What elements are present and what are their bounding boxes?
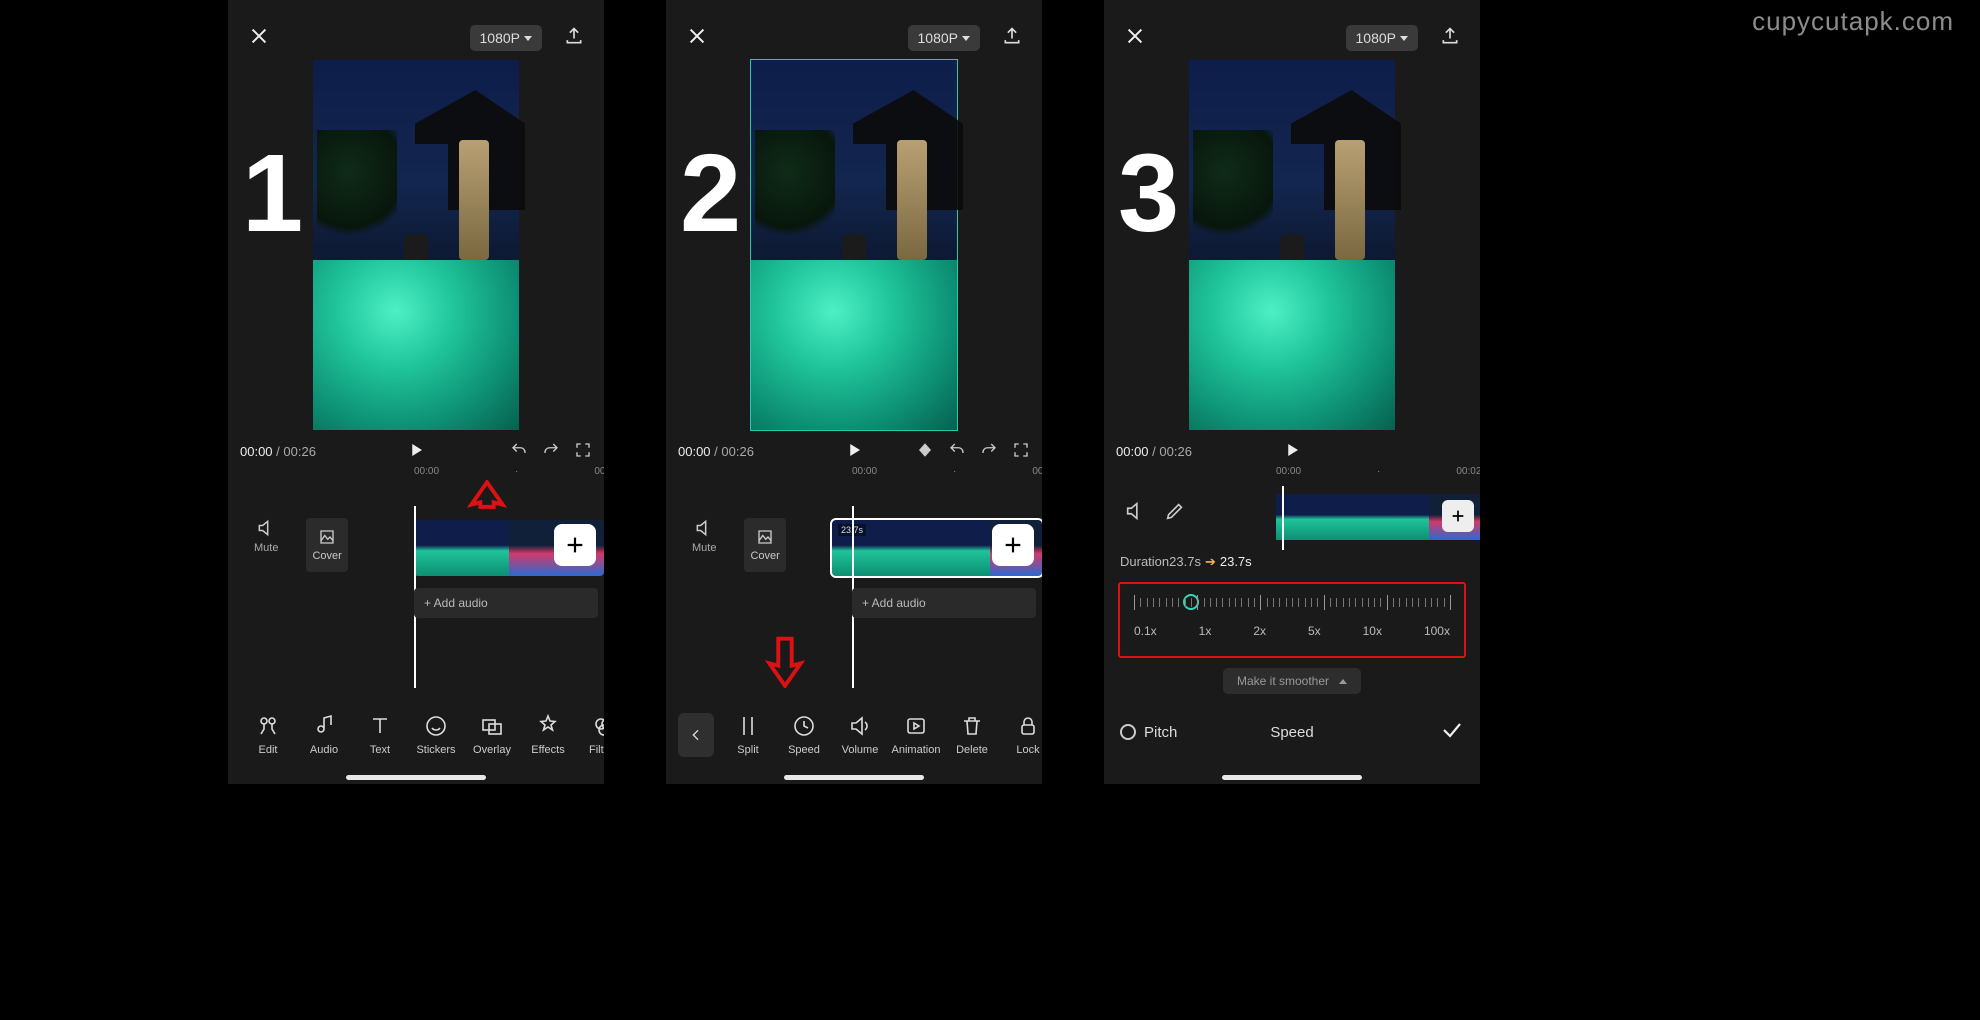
playhead[interactable] [1282, 486, 1284, 550]
play-button[interactable] [845, 441, 863, 462]
confirm-button[interactable] [1440, 718, 1464, 746]
tool-audio[interactable]: Audio [296, 714, 352, 756]
panel-2: 2 1080P 00:00 / 00:26 00:00·00:02· Mute … [666, 0, 1042, 784]
chevron-down-icon [524, 36, 532, 41]
tool-edit[interactable]: Edit [240, 714, 296, 756]
add-audio-button[interactable]: + Add audio [852, 588, 1036, 618]
resolution-label: 1080P [480, 30, 520, 46]
cover-button[interactable]: Cover [306, 518, 347, 572]
video-preview-selected[interactable] [751, 60, 957, 430]
radio-icon [1120, 724, 1136, 740]
keyframe-button[interactable] [916, 441, 934, 462]
panel-title: Speed [1270, 724, 1313, 741]
video-preview[interactable] [313, 60, 519, 430]
watermark-text: cupycutapk.com [1752, 6, 1954, 37]
main-toolbar: Edit Audio Text Stickers Overlay Effects… [228, 700, 604, 770]
duration-readout: Duration23.7s➔23.7s [1120, 554, 1252, 570]
home-indicator [346, 775, 486, 780]
annotation-arrow [762, 632, 808, 688]
edit-cover-icon[interactable] [1164, 500, 1186, 527]
play-button[interactable] [407, 441, 425, 462]
home-indicator [1222, 775, 1362, 780]
tool-text[interactable]: Text [352, 714, 408, 756]
resolution-dropdown[interactable]: 1080P [470, 25, 542, 51]
panel-1: 1 1080P 00:00 / 00:26 00:00·00:02· Mute … [228, 0, 604, 784]
time-current: 00:00 [240, 444, 273, 459]
time-total: 00:26 [283, 444, 316, 459]
redo-button[interactable] [980, 441, 998, 462]
add-media-button[interactable] [1442, 500, 1474, 532]
close-button[interactable] [686, 25, 708, 52]
time-current: 00:00 [1116, 444, 1149, 459]
tool-stickers[interactable]: Stickers [408, 714, 464, 756]
mute-button[interactable]: Mute [254, 518, 278, 572]
timeline-ruler: 00:00·00:02· [228, 466, 604, 484]
undo-button[interactable] [510, 441, 528, 462]
speed-marks: 0.1x1x2x5x10x100x [1134, 624, 1450, 638]
chevron-up-icon [1339, 679, 1347, 684]
cover-label: Cover [312, 550, 341, 562]
export-button[interactable] [1440, 26, 1460, 51]
play-button[interactable] [1283, 441, 1301, 462]
step-number-1: 1 [242, 130, 303, 257]
export-button[interactable] [1002, 26, 1022, 51]
tool-overlay[interactable]: Overlay [464, 714, 520, 756]
time-total: 00:26 [721, 444, 754, 459]
time-sep: / [273, 444, 284, 459]
fullscreen-button[interactable] [1012, 441, 1030, 462]
tool-speed[interactable]: Speed [776, 714, 832, 756]
chevron-down-icon [1400, 36, 1408, 41]
resolution-dropdown[interactable]: 1080P [908, 25, 980, 51]
panel-3: 3 1080P 00:00 / 00:26 00:00·00:02· Durat… [1104, 0, 1480, 784]
export-button[interactable] [564, 26, 584, 51]
make-smoother-button[interactable]: Make it smoother [1223, 668, 1361, 694]
undo-button[interactable] [948, 441, 966, 462]
close-button[interactable] [1124, 25, 1146, 52]
tool-volume[interactable]: Volume [832, 714, 888, 756]
step-number-2: 2 [680, 130, 741, 257]
mute-icon[interactable] [1124, 500, 1146, 527]
close-button[interactable] [248, 25, 270, 52]
chevron-down-icon [962, 36, 970, 41]
add-audio-button[interactable]: + Add audio [414, 588, 598, 618]
mute-label: Mute [254, 542, 278, 554]
home-indicator [784, 775, 924, 780]
cover-button[interactable]: Cover [744, 518, 785, 572]
fullscreen-button[interactable] [574, 441, 592, 462]
redo-button[interactable] [542, 441, 560, 462]
tool-animation[interactable]: Animation [888, 714, 944, 756]
time-total: 00:26 [1159, 444, 1192, 459]
annotation-arrow [464, 480, 510, 536]
video-preview[interactable] [1189, 60, 1395, 430]
tool-effects[interactable]: Effects [520, 714, 576, 756]
add-media-button[interactable] [992, 524, 1034, 566]
clip-toolbar: Split Speed Volume Animation Delete Lock [666, 700, 1042, 770]
mute-button[interactable]: Mute [692, 518, 716, 572]
resolution-dropdown[interactable]: 1080P [1346, 25, 1418, 51]
tool-filters[interactable]: Filters [576, 714, 604, 756]
tool-split[interactable]: Split [720, 714, 776, 756]
speed-slider[interactable] [1134, 594, 1450, 616]
step-number-3: 3 [1118, 130, 1179, 257]
tool-lock[interactable]: Lock [1000, 714, 1042, 756]
add-media-button[interactable] [554, 524, 596, 566]
timeline-ruler: 00:00·00:02· [666, 466, 1042, 484]
time-current: 00:00 [678, 444, 711, 459]
pitch-toggle[interactable]: Pitch [1120, 724, 1177, 741]
toolbar-back-button[interactable] [678, 713, 714, 757]
tool-delete[interactable]: Delete [944, 714, 1000, 756]
speed-slider-container: 0.1x1x2x5x10x100x [1118, 582, 1466, 658]
timeline-ruler: 00:00·00:02· [1104, 466, 1480, 484]
